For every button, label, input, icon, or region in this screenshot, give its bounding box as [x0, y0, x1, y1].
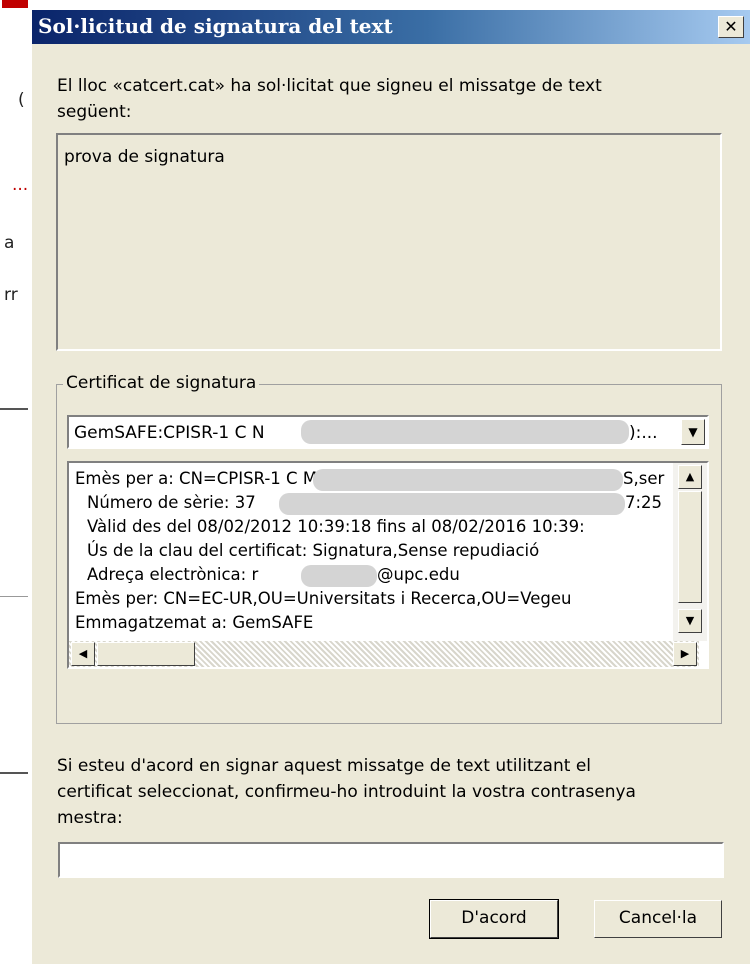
- cert-validity: Vàlid des del 08/02/2012 10:39:18 fins a…: [87, 517, 585, 536]
- dialog-title: Sol·licitud de signatura del text: [38, 14, 393, 38]
- confirm-text-line1: Si esteu d'acord en signar aquest missat…: [57, 756, 591, 776]
- message-textarea[interactable]: prova de signatura: [56, 133, 722, 351]
- ok-button[interactable]: D'acord: [429, 899, 559, 939]
- background-divider: [0, 596, 28, 597]
- redacted-region: [301, 420, 629, 444]
- cert-email: Adreça electrònica: r: [87, 565, 259, 584]
- cert-key-usage: Ús de la clau del certificat: Signatura,…: [87, 541, 540, 560]
- cert-email-suffix: @upc.edu: [377, 565, 460, 584]
- cert-issued-by: Emès per: CN=EC-UR,OU=Universitats i Rec…: [75, 589, 572, 608]
- message-text: prova de signatura: [64, 147, 225, 167]
- background-divider: [0, 408, 28, 410]
- background-text-1: (: [18, 90, 25, 110]
- cert-issued-to: Emès per a: CN=CPISR-1 C M: [75, 469, 318, 488]
- scroll-right-icon[interactable]: ▶: [673, 642, 697, 666]
- certificate-groupbox: Certificat de signatura GemSAFE:CPISR-1 …: [56, 373, 722, 724]
- cert-stored: Emmagatzemat a: GemSAFE: [75, 613, 314, 632]
- redacted-region: [279, 493, 625, 515]
- certificate-group-label: Certificat de signatura: [63, 373, 260, 393]
- cert-serial: Número de sèrie: 37: [87, 493, 256, 512]
- certificate-details-viewport: Emès per a: CN=CPISR-1 C M S,ser Número …: [69, 463, 673, 641]
- scroll-up-icon[interactable]: ▲: [678, 465, 702, 489]
- cancel-button[interactable]: Cancel·la: [594, 900, 722, 938]
- redacted-region: [313, 469, 623, 491]
- intro-text-line2: següent:: [57, 102, 132, 122]
- scroll-left-icon[interactable]: ◀: [71, 642, 95, 666]
- horizontal-scroll-thumb[interactable]: [97, 642, 195, 666]
- dialog-titlebar[interactable]: Sol·licitud de signatura del text ✕: [32, 10, 750, 44]
- chevron-down-icon[interactable]: ▼: [681, 419, 705, 445]
- close-icon: ✕: [724, 17, 738, 36]
- master-password-input[interactable]: [58, 842, 724, 878]
- horizontal-scrollbar[interactable]: ◀ ▶: [69, 641, 699, 667]
- certificate-select[interactable]: GemSAFE:CPISR-1 C N ):... ▼: [67, 415, 709, 449]
- scroll-down-icon[interactable]: ▼: [678, 609, 702, 633]
- certificate-details-box[interactable]: Emès per a: CN=CPISR-1 C M S,ser Número …: [67, 461, 709, 669]
- redacted-region: [301, 565, 377, 587]
- certificate-select-suffix: ):...: [629, 423, 658, 443]
- background-text-2: ...: [12, 175, 29, 195]
- background-divider: [0, 772, 28, 774]
- close-button[interactable]: ✕: [718, 16, 744, 38]
- cert-issued-to-suffix: S,ser: [623, 469, 665, 488]
- vertical-scrollbar[interactable]: ▲ ▼: [673, 463, 707, 641]
- confirm-text-line3: mestra:: [57, 808, 123, 828]
- vertical-scroll-thumb[interactable]: [678, 491, 702, 603]
- signature-request-dialog: Sol·licitud de signatura del text ✕ El l…: [30, 10, 750, 964]
- certificate-select-value: GemSAFE:CPISR-1 C N: [74, 423, 265, 443]
- background-red-mark: [2, 0, 28, 8]
- cert-serial-suffix: 7:25: [625, 493, 663, 512]
- confirm-text-line2: certificat seleccionat, confirmeu-ho int…: [57, 782, 636, 802]
- background-text-4: rr: [4, 285, 18, 305]
- intro-text-line1: El lloc «catcert.cat» ha sol·licitat que…: [57, 76, 602, 96]
- background-text-3: a: [4, 233, 15, 253]
